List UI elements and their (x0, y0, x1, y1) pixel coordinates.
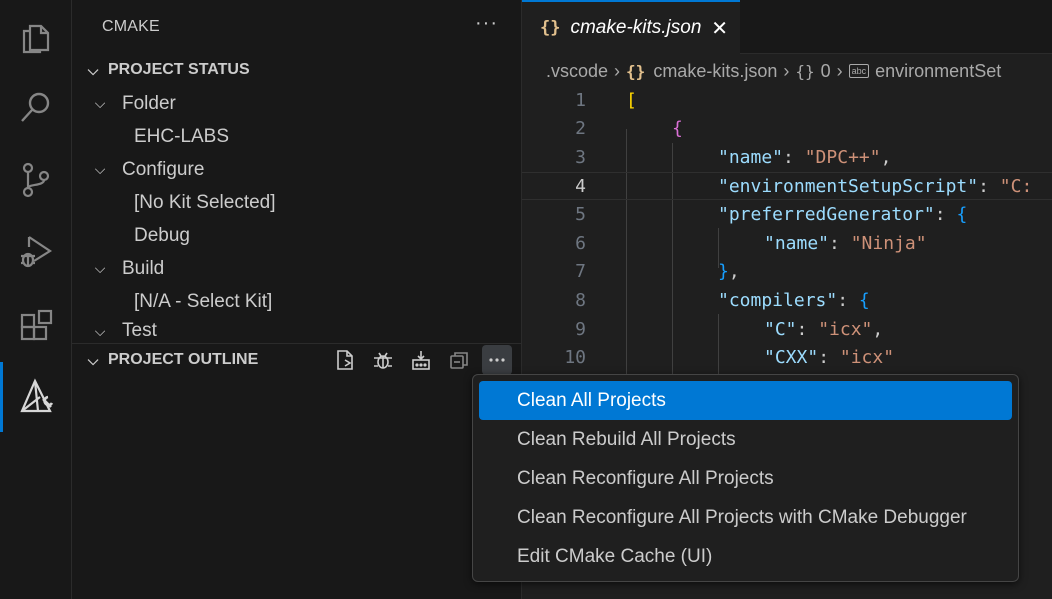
cmake-sidebar: CMAKE ··· ⌵ PROJECT STATUS ⌵ Folder EHC-… (72, 0, 522, 599)
breadcrumb-folder[interactable]: .vscode (546, 61, 608, 82)
context-menu: Clean All Projects Clean Rebuild All Pro… (472, 374, 1019, 582)
more-actions-icon[interactable] (482, 345, 512, 375)
tree-item-folder-value[interactable]: EHC-LABS (134, 120, 229, 153)
search-icon[interactable] (0, 72, 72, 142)
code-line-current: 4 "environmentSetupScript": "C: (522, 171, 1052, 201)
tab-bar: {} cmake-kits.json ✕ (522, 0, 1052, 54)
code-line: 5 "preferredGenerator": { (522, 200, 1052, 229)
project-status-label: PROJECT STATUS (108, 61, 250, 78)
menu-item-clean-all[interactable]: Clean All Projects (479, 381, 1012, 420)
tree-item-label: [N/A - Select Kit] (134, 290, 273, 312)
chevron-right-icon: › (614, 60, 621, 81)
chevron-down-icon: ⌵ (94, 95, 106, 111)
line-number: 4 (575, 175, 586, 197)
collapse-all-icon[interactable] (444, 345, 474, 375)
tab-label: cmake-kits.json (570, 17, 702, 38)
chevron-down-icon: ⌵ (94, 260, 106, 276)
views-more-actions-button[interactable]: ··· (475, 12, 498, 35)
tree-item-configure[interactable]: ⌵ Configure (88, 153, 205, 186)
code-line: 2 { (522, 115, 1052, 144)
breadcrumb-index[interactable]: 0 (821, 61, 831, 82)
line-number: 3 (575, 146, 586, 168)
line-number: 8 (575, 289, 586, 311)
close-icon[interactable]: ✕ (711, 16, 728, 41)
configure-icon[interactable] (330, 345, 360, 375)
line-number: 2 (575, 118, 586, 140)
code-line: 3 "name": "DPC++", (522, 143, 1052, 172)
menu-item-clean-rebuild-all[interactable]: Clean Rebuild All Projects (479, 420, 1012, 459)
source-control-icon[interactable] (0, 144, 72, 214)
cmake-icon[interactable] (0, 362, 72, 432)
tree-item-build-target[interactable]: [N/A - Select Kit] (134, 285, 272, 318)
run-debug-icon[interactable] (0, 216, 72, 286)
menu-item-clean-reconfigure-debugger[interactable]: Clean Reconfigure All Projects with CMak… (479, 498, 1012, 537)
chevron-right-icon: › (836, 60, 843, 81)
line-number: 6 (575, 232, 586, 254)
project-outline-label: PROJECT OUTLINE (108, 351, 259, 368)
tree-item-build-type[interactable]: Debug (134, 219, 190, 252)
line-number: 10 (564, 347, 586, 369)
tree-item-label: EHC-LABS (134, 125, 230, 147)
debug-icon[interactable] (368, 345, 398, 375)
project-status-header[interactable]: ⌵ PROJECT STATUS (72, 55, 522, 85)
breadcrumb: .vscode › {} cmake-kits.json › {} 0 › ab… (546, 58, 1001, 84)
string-icon: abc (848, 64, 870, 78)
breadcrumb-property[interactable]: environmentSet (875, 61, 1001, 82)
line-number: 9 (575, 318, 586, 340)
menu-item-clean-reconfigure-all[interactable]: Clean Reconfigure All Projects (479, 459, 1012, 498)
tree-item-label: Folder (122, 92, 176, 114)
json-file-icon: {} (626, 61, 646, 81)
code-line: 9 "C": "icx", (522, 315, 1052, 344)
section-divider (72, 343, 522, 344)
json-file-icon: {} (540, 18, 561, 38)
tree-item-kit[interactable]: [No Kit Selected] (134, 186, 276, 219)
breadcrumb-file[interactable]: cmake-kits.json (653, 61, 777, 82)
sidebar-title: CMAKE (102, 18, 160, 35)
tree-item-build[interactable]: ⌵ Build (88, 252, 165, 285)
tree-item-label: Configure (122, 158, 205, 180)
chevron-down-icon: ⌵ (94, 322, 106, 339)
activity-bar (0, 0, 72, 599)
code-line: 10 "CXX": "icx" (522, 343, 1052, 372)
line-number: 1 (575, 89, 586, 111)
code-line: 6 "name": "Ninja" (522, 229, 1052, 258)
menu-item-edit-cmake-cache[interactable]: Edit CMake Cache (UI) (479, 537, 1012, 576)
object-icon: {} (795, 61, 815, 81)
tab-cmake-kits-json[interactable]: {} cmake-kits.json ✕ (522, 0, 740, 54)
tree-item-label: Test (122, 320, 157, 341)
extensions-icon[interactable] (0, 292, 72, 362)
explorer-icon[interactable] (0, 2, 72, 72)
tree-item-folder[interactable]: ⌵ Folder (88, 87, 176, 120)
tree-item-label: Build (122, 257, 165, 279)
tree-item-label: Debug (134, 224, 190, 246)
outline-toolbar (330, 345, 512, 375)
line-number: 7 (575, 261, 586, 283)
build-icon[interactable] (406, 345, 436, 375)
code-line: 8 "compilers": { (522, 286, 1052, 315)
chevron-down-icon: ⌵ (87, 351, 99, 368)
line-number: 5 (575, 204, 586, 226)
code-line: 7 }, (522, 258, 1052, 287)
chevron-down-icon: ⌵ (94, 161, 106, 177)
chevron-right-icon: › (783, 60, 790, 81)
tree-item-label: [No Kit Selected] (134, 191, 276, 213)
tree-item-test[interactable]: ⌵ Test (88, 318, 157, 344)
chevron-down-icon: ⌵ (87, 61, 99, 78)
code-line: 1 [ (522, 86, 1052, 115)
